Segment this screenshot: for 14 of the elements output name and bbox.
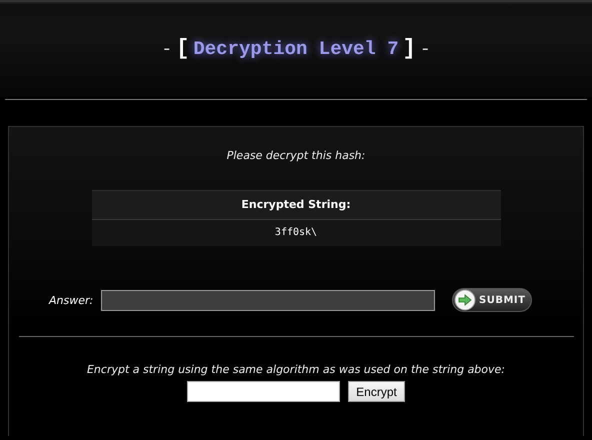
answer-field[interactable] xyxy=(101,290,435,310)
table-header: Encrypted String: xyxy=(92,190,500,220)
encrypt-instructions: Encrypt a string using the same algorithm as was used on the string above: xyxy=(86,363,506,376)
table-cell: 3ff0sk\ xyxy=(92,220,500,246)
submit-button[interactable]: SUBMIT xyxy=(452,288,532,312)
encrypt-field[interactable] xyxy=(187,381,340,402)
page-title: Decryption Level 7 xyxy=(193,38,399,60)
title-bracket: [ xyxy=(176,36,190,61)
title-dash: - xyxy=(161,40,172,60)
answer-label: Answer: xyxy=(49,294,94,306)
prompt-text: Please decrypt this hash: xyxy=(226,149,366,162)
title-dash: - xyxy=(420,40,431,60)
encrypt-button[interactable]: Encrypt xyxy=(348,381,405,402)
title-bracket: ] xyxy=(402,36,416,61)
